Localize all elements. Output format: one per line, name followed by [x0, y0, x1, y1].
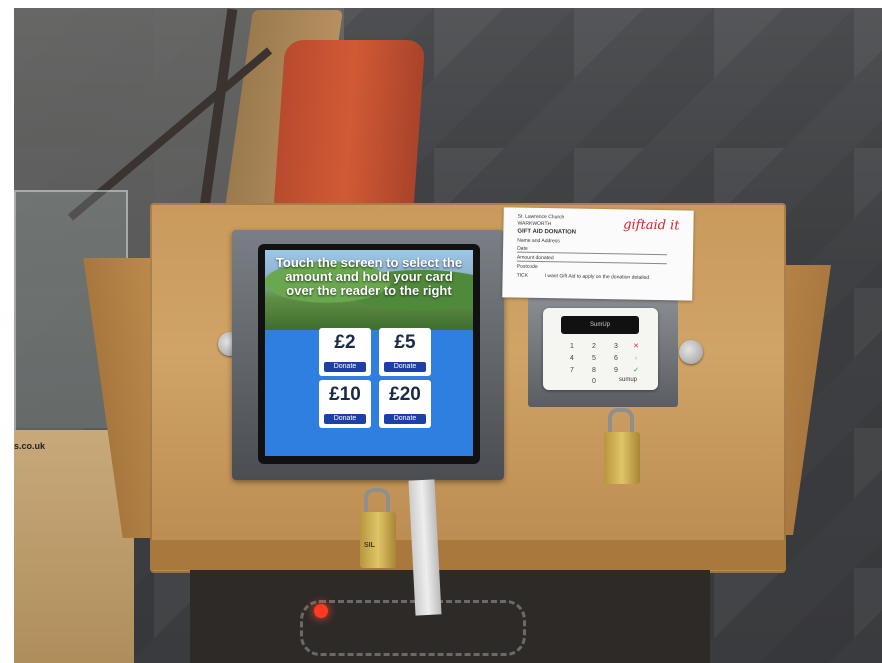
church-town: WARKWORTH	[517, 220, 552, 228]
form-rule	[516, 260, 667, 265]
form-line: Name and Address	[517, 237, 560, 245]
amount-label: £5	[394, 332, 416, 353]
reader-brand: sumup	[619, 377, 638, 383]
donate-button[interactable]: Donate	[384, 414, 426, 424]
key-6[interactable]: 6	[609, 354, 623, 363]
donate-button[interactable]: Donate	[324, 414, 366, 424]
key-5[interactable]: 5	[587, 354, 601, 363]
sign-text: s.co.uk	[14, 441, 46, 451]
donate-tile-2[interactable]: £2 Donate	[319, 328, 371, 376]
donate-tile-20[interactable]: £20 Donate	[379, 380, 431, 428]
key-1[interactable]: 1	[565, 342, 579, 351]
donate-tile-5[interactable]: £5 Donate	[379, 328, 431, 376]
form-line: I want Gift Aid to apply on the donation…	[544, 273, 650, 281]
donate-tile-10[interactable]: £10 Donate	[319, 380, 371, 428]
instruction-text: Touch the screen to select the amount an…	[275, 255, 463, 298]
key-8[interactable]: 8	[587, 366, 601, 375]
key-2[interactable]: 2	[587, 342, 601, 351]
cancel-key-icon[interactable]: ✕	[629, 342, 643, 351]
clear-key-icon[interactable]: ‹	[629, 354, 643, 363]
padlock-label: SIL	[364, 542, 375, 549]
donate-button[interactable]: Donate	[324, 362, 366, 372]
padlock-icon: SIL	[360, 512, 396, 568]
tablet-screen[interactable]: Touch the screen to select the amount an…	[265, 250, 473, 456]
giftaid-logo: giftaid it	[623, 217, 680, 234]
amount-label: £2	[334, 332, 356, 353]
gift-aid-title: GIFT AID DONATION	[517, 228, 577, 236]
red-indicator-light	[314, 604, 328, 618]
form-line: TICK	[516, 272, 529, 279]
padlock-icon-2	[604, 432, 640, 484]
confirm-key-icon[interactable]: ✓	[629, 366, 643, 375]
key-0[interactable]: 0	[587, 377, 601, 386]
key-3[interactable]: 3	[609, 342, 623, 351]
key-9[interactable]: 9	[609, 366, 623, 375]
screw-right	[679, 340, 703, 364]
key-7[interactable]: 7	[565, 366, 579, 375]
donate-button[interactable]: Donate	[384, 362, 426, 372]
photo-scene: s.co.uk Touch the screen to select the a…	[0, 0, 882, 663]
reader-display: SumUp	[561, 316, 639, 334]
amount-label: £10	[329, 384, 361, 405]
security-chain	[300, 600, 526, 656]
church-name: St. Lawrence Church	[517, 213, 565, 221]
amount-label: £20	[389, 384, 421, 405]
key-4[interactable]: 4	[565, 354, 579, 363]
gift-aid-card: St. Lawrence Church WARKWORTH GIFT AID D…	[502, 207, 694, 301]
stand-front-edge	[150, 540, 786, 570]
card-reader[interactable]: SumUp 1 2 3 ✕ 4 5 6 ‹ 7 8 9 ✓ 0 sumup	[543, 308, 658, 390]
form-line: Postcode	[516, 263, 538, 270]
